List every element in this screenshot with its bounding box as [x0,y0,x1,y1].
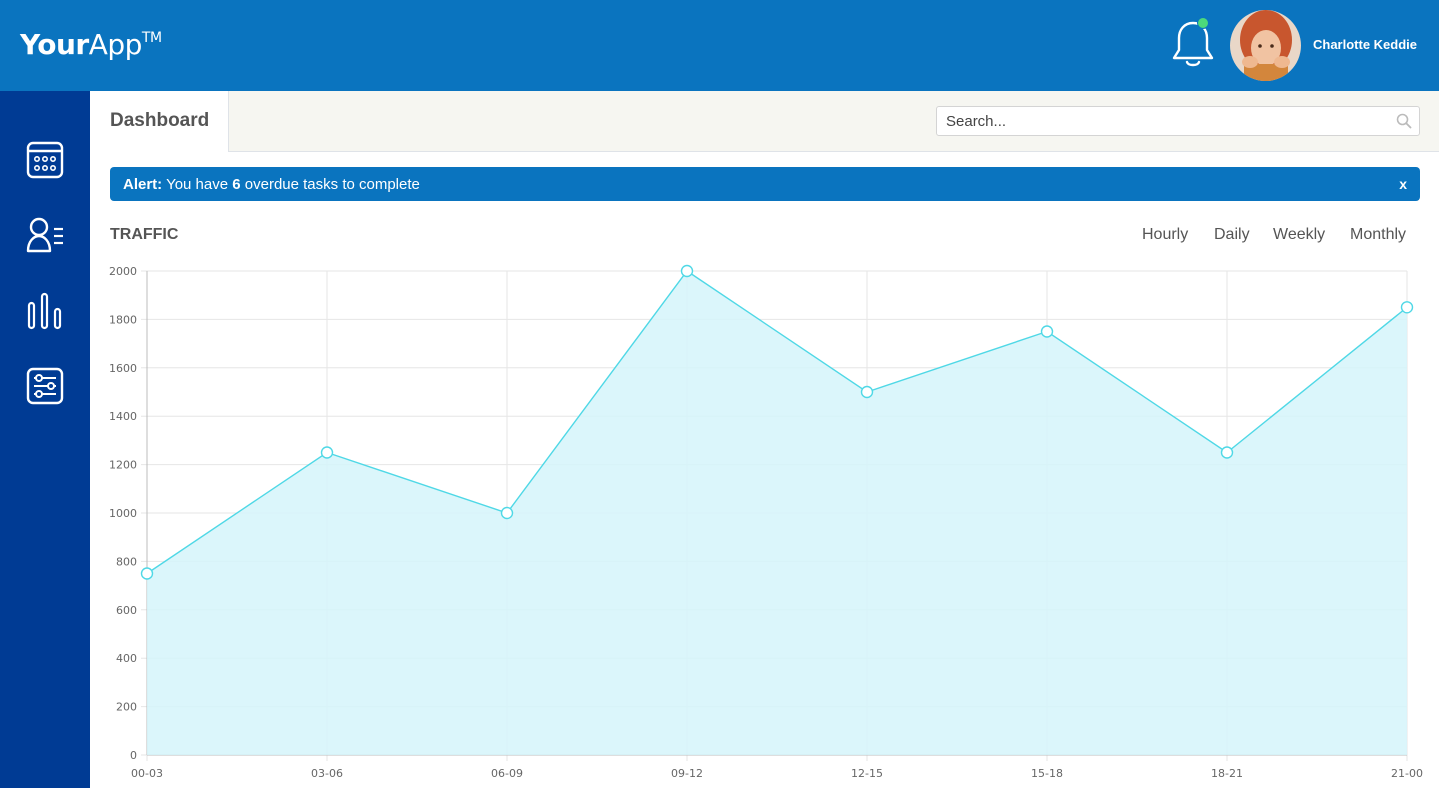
logo-trademark: TM [141,29,162,46]
settings-sliders-icon[interactable] [24,365,66,407]
alert-text-after: overdue tasks to complete [240,176,420,193]
sub-header: Dashboard [90,91,1439,152]
x-tick-label: 00-03 [131,767,163,780]
logo-light-text: App [88,28,143,61]
notification-bell-icon[interactable] [1170,18,1216,68]
y-tick-label: 1000 [109,507,137,520]
series-area-fill [147,271,1407,755]
y-tick-label: 1600 [109,362,137,375]
traffic-chart: 0 200 400 600 800 1000 1200 1400 1600 1800 2000 00-… [100,258,1439,788]
data-point [1040,325,1054,338]
logo-bold-text: Your [20,28,89,61]
data-point [680,264,694,278]
y-tick-label: 1800 [109,313,137,326]
traffic-title: TRAFFIC [110,226,179,243]
data-point [320,446,334,459]
users-list-icon[interactable] [24,215,66,257]
data-point [860,385,874,399]
alert-banner: Alert: You have 6 overdue tasks to compl… [110,167,1420,201]
x-tick-label: 15-18 [1031,767,1063,780]
y-tick-label: 2000 [109,265,137,278]
bar-chart-icon[interactable] [24,291,66,333]
data-point [1400,301,1414,314]
y-tick-label: 200 [116,701,137,714]
avatar[interactable] [1230,10,1301,81]
user-name[interactable]: Charlotte Keddie [1313,37,1417,52]
search-icon[interactable] [1396,113,1412,129]
top-bar: YourAppTM Charlotte Keddie [0,0,1439,91]
x-tick-label: 06-09 [491,767,523,780]
period-weekly[interactable]: Weekly [1273,226,1325,244]
data-point [1220,446,1234,459]
y-tick-label: 1200 [109,459,137,472]
tab-dashboard[interactable]: Dashboard [90,91,229,152]
x-tick-label: 12-15 [851,767,883,780]
alert-text-before: You have [162,176,233,193]
data-point [140,567,154,580]
y-tick-label: 800 [116,555,137,568]
y-tick-label: 600 [116,604,137,617]
alert-count: 6 [232,176,241,193]
x-tick-label: 21-00 [1391,767,1423,780]
y-tick-label: 0 [130,749,137,762]
period-daily[interactable]: Daily [1214,226,1250,244]
x-tick-label: 18-21 [1211,767,1243,780]
period-monthly[interactable]: Monthly [1350,226,1406,244]
x-tick-label: 03-06 [311,767,343,780]
period-hourly[interactable]: Hourly [1142,226,1188,244]
y-tick-label: 400 [116,652,137,665]
alert-prefix: Alert: [123,176,163,193]
calendar-icon[interactable] [24,139,66,181]
traffic-chart-svg: 0 200 400 600 800 1000 1200 1400 1600 1800 2000 00-… [109,264,1423,780]
search-input[interactable] [937,107,1377,135]
search-box [936,106,1420,136]
y-tick-label: 1400 [109,410,137,423]
sidebar [0,91,90,788]
x-tick-label: 09-12 [671,767,703,780]
notification-indicator [1197,17,1209,29]
alert-close-button[interactable]: x [1399,176,1407,192]
data-point [500,506,514,520]
app-logo[interactable]: YourAppTM [20,28,162,61]
